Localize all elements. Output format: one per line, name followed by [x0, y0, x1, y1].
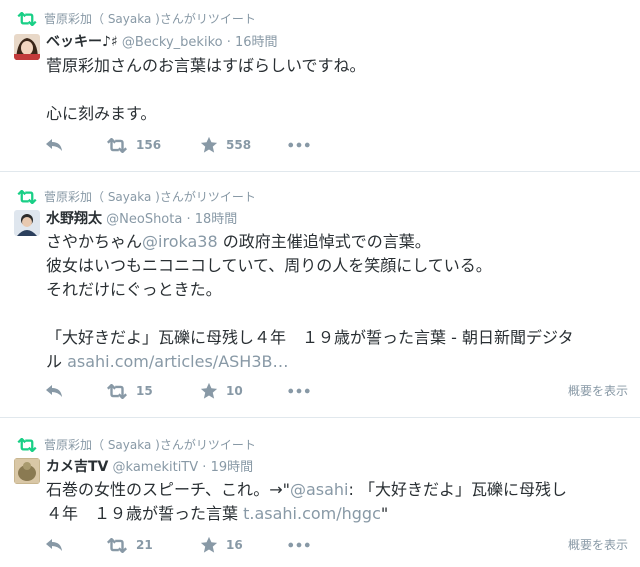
tweet-text: さやかちゃん@iroka38 の政府主催追悼式での言葉。 彼女はいつもニコニコし… — [46, 230, 632, 374]
timestamp[interactable]: 18時間 — [195, 212, 238, 227]
favorite-count: 10 — [226, 384, 243, 398]
more-icon — [288, 388, 310, 394]
reply-icon — [44, 383, 64, 399]
tweet-actions: 156 558 — [44, 136, 310, 154]
tweet-actions: 15 10 — [44, 382, 310, 400]
more-button[interactable] — [288, 142, 310, 148]
separator-dot: · — [226, 35, 231, 50]
avatar[interactable] — [14, 210, 40, 236]
reply-icon — [44, 137, 64, 153]
screen-name[interactable]: @NeoShota — [106, 212, 182, 227]
mention-link[interactable]: @asahi — [290, 480, 349, 499]
retweet-icon — [106, 138, 128, 153]
star-icon — [200, 136, 218, 154]
retweet-context: 菅原彩加（ Sayaka )さんがリツイート — [16, 188, 256, 205]
reply-button[interactable] — [44, 137, 106, 153]
retweet-context-text: 菅原彩加（ Sayaka )さんがリツイート — [44, 438, 256, 452]
favorite-button[interactable]: 10 — [200, 382, 288, 400]
retweet-button[interactable]: 156 — [106, 138, 200, 153]
retweet-context-text: 菅原彩加（ Sayaka )さんがリツイート — [44, 190, 256, 204]
favorite-button[interactable]: 558 — [200, 136, 288, 154]
mention-link[interactable]: @iroka38 — [142, 232, 218, 251]
retweet-icon — [16, 190, 38, 204]
tweet-text-segment: : 「大好きだよ」瓦礫に母残し — [348, 480, 567, 499]
tweet-line: 「大好きだよ」瓦礫に母残し４年 １９歳が誓った言葉 - 朝日新聞デジタ — [46, 328, 574, 347]
tweet-line: それだけにぐっときた。 — [46, 280, 222, 299]
tweet-text-segment: の政府主催追悼式での言葉。 — [217, 232, 431, 251]
star-icon — [200, 382, 218, 400]
favorite-count: 16 — [226, 538, 243, 552]
display-name[interactable]: 水野翔太 — [46, 211, 102, 227]
separator-dot: · — [202, 460, 207, 475]
retweet-count: 156 — [136, 138, 162, 152]
retweet-button[interactable]: 15 — [106, 384, 200, 399]
retweet-icon — [106, 538, 128, 553]
timestamp[interactable]: 16時間 — [235, 35, 278, 50]
retweet-count: 15 — [136, 384, 153, 398]
tweet-header: 水野翔太 @NeoShota · 18時間 — [46, 208, 237, 228]
retweet-button[interactable]: 21 — [106, 538, 200, 553]
tweet-text-segment: " — [380, 504, 389, 523]
tweet[interactable]: 菅原彩加（ Sayaka )さんがリツイート カメ吉TV @kamekitiTV… — [0, 418, 640, 567]
tweet-header: カメ吉TV @kamekitiTV · 19時間 — [46, 456, 253, 476]
tweet-text-segment: さやかちゃん — [46, 232, 143, 251]
more-button[interactable] — [288, 542, 310, 548]
tweet-actions: 21 16 — [44, 536, 310, 554]
tweet-text-segment: 石巻の女性のスピーチ、これ。→" — [46, 480, 290, 499]
tweet-line: ル asahi.com/articles/ASH3B… — [46, 350, 632, 374]
tweet-text-segment: ４年 １９歳が誓った言葉 — [46, 504, 244, 523]
favorite-count: 558 — [226, 138, 252, 152]
display-name[interactable]: カメ吉TV — [46, 459, 108, 475]
tweet-text-segment: ル — [46, 352, 68, 371]
tweet-header: ベッキー♪♯ @Becky_bekiko · 16時間 — [46, 31, 278, 51]
tweet-line: 彼女はいつもニコニコしていて、周りの人を笑顔にしている。 — [46, 256, 492, 275]
tweet-line-empty — [46, 78, 632, 102]
tweet-line: 心に刻みます。 — [46, 104, 157, 123]
favorite-button[interactable]: 16 — [200, 536, 288, 554]
tweet-line: ４年 １９歳が誓った言葉 t.asahi.com/hggc" — [46, 502, 632, 526]
retweet-context: 菅原彩加（ Sayaka )さんがリツイート — [16, 436, 256, 453]
screen-name[interactable]: @kamekitiTV — [113, 460, 199, 475]
tweet-line-empty — [46, 302, 632, 326]
timestamp[interactable]: 19時間 — [211, 460, 254, 475]
expand-link[interactable]: 概要を表示 — [568, 536, 628, 553]
more-icon — [288, 142, 310, 148]
tweet-line: 石巻の女性のスピーチ、これ。→"@asahi: 「大好きだよ」瓦礫に母残し — [46, 478, 632, 502]
more-button[interactable] — [288, 388, 310, 394]
tweet-line: さやかちゃん@iroka38 の政府主催追悼式での言葉。 — [46, 230, 632, 254]
more-icon — [288, 542, 310, 548]
retweet-icon — [106, 384, 128, 399]
expand-link[interactable]: 概要を表示 — [568, 382, 628, 399]
reply-icon — [44, 537, 64, 553]
separator-dot: · — [186, 212, 191, 227]
tweet[interactable]: 菅原彩加（ Sayaka )さんがリツイート ベッキー♪♯ @Becky_bek… — [0, 0, 640, 172]
reply-button[interactable] — [44, 537, 106, 553]
avatar[interactable] — [14, 458, 40, 484]
short-link[interactable]: t.asahi.com/hggc — [243, 504, 381, 523]
article-link[interactable]: asahi.com/articles/ASH3B… — [67, 352, 288, 371]
tweet[interactable]: 菅原彩加（ Sayaka )さんがリツイート 水野翔太 @NeoShota · … — [0, 172, 640, 418]
tweet-text: 菅原彩加さんのお言葉はすばらしいですね。 心に刻みます。 — [46, 54, 632, 126]
retweet-context: 菅原彩加（ Sayaka )さんがリツイート — [16, 10, 256, 27]
tweet-text: 石巻の女性のスピーチ、これ。→"@asahi: 「大好きだよ」瓦礫に母残し ４年… — [46, 478, 632, 526]
retweet-context-text: 菅原彩加（ Sayaka )さんがリツイート — [44, 12, 256, 26]
reply-button[interactable] — [44, 383, 106, 399]
retweet-icon — [16, 438, 38, 452]
display-name[interactable]: ベッキー♪♯ — [46, 34, 118, 50]
retweet-count: 21 — [136, 538, 153, 552]
avatar[interactable] — [14, 34, 40, 60]
tweet-line: 菅原彩加さんのお言葉はすばらしいですね。 — [46, 56, 366, 75]
screen-name[interactable]: @Becky_bekiko — [122, 35, 223, 50]
retweet-icon — [16, 12, 38, 26]
star-icon — [200, 536, 218, 554]
